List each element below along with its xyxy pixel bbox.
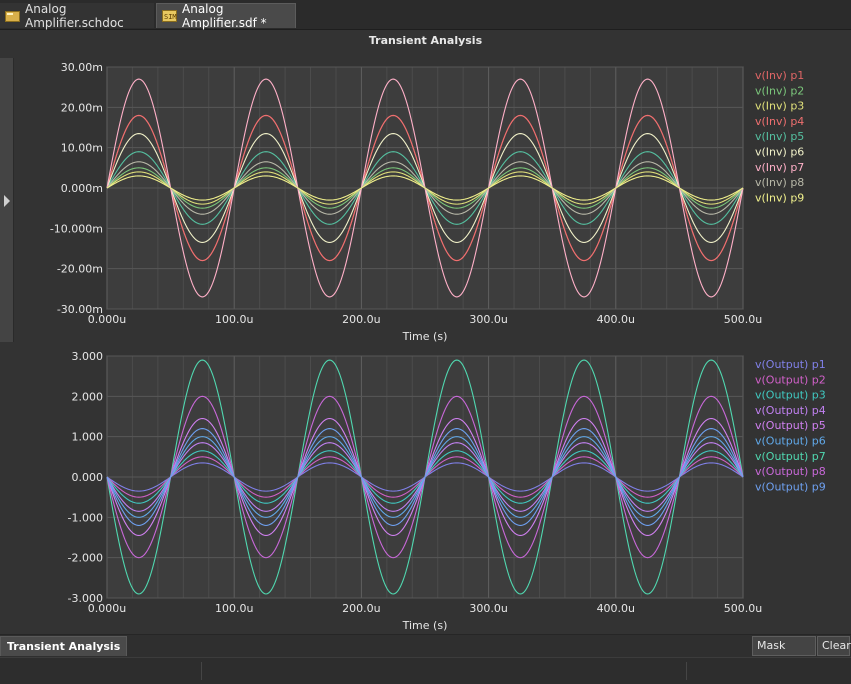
- x-tick-label: 400.0u: [597, 602, 635, 615]
- y-tick-label: 0.000m: [61, 182, 103, 195]
- clear-button[interactable]: Clear: [817, 636, 851, 656]
- y-tick-label: 20.00m: [61, 101, 103, 114]
- x-tick-label: 200.0u: [342, 313, 380, 326]
- legend-entry: v(Output) p7: [755, 450, 826, 463]
- legend-entry: v(Output) p4: [755, 404, 826, 417]
- legend-entry: v(Inv) p8: [755, 176, 804, 189]
- y-tick-label: 30.00m: [61, 61, 103, 74]
- plot-2: 3.0002.0001.0000.000-1.000-2.000-3.0000.…: [68, 350, 826, 632]
- analysis-tab-bar: Transient Analysis Mask Level Clear: [0, 634, 851, 670]
- legend-entry: v(Output) p2: [755, 373, 826, 386]
- mask-level-button[interactable]: Mask Level: [752, 636, 816, 670]
- legend-entry: v(Inv) p7: [755, 161, 804, 174]
- waveform-plots: 30.00m 20.00m 10.00m 0.000m -10.000m -20.00m -…: [50, 61, 826, 632]
- y-tick-label: -20.00m: [57, 263, 103, 276]
- y-tick-label: -1.000: [68, 511, 103, 524]
- x-tick-label: 300.0u: [469, 602, 507, 615]
- y-tick-label: 1.000: [72, 431, 104, 444]
- legend-entry: v(Inv) p3: [755, 100, 804, 113]
- x-tick-label: 100.0u: [215, 602, 253, 615]
- x-axis-label: Time (s): [402, 330, 448, 343]
- legend-entry: v(Inv) p5: [755, 130, 804, 143]
- legend-entry: v(Inv) p2: [755, 84, 804, 97]
- y-tick-label: 0.000: [72, 471, 104, 484]
- x-tick-label: 300.0u: [469, 313, 507, 326]
- status-bar: [0, 657, 851, 684]
- x-tick-label: 400.0u: [597, 313, 635, 326]
- x-tick-label: 0.000u: [88, 602, 126, 615]
- legend-entry: v(Inv) p1: [755, 69, 804, 82]
- y-tick-label: 10.00m: [61, 142, 103, 155]
- x-tick-label: 200.0u: [342, 602, 380, 615]
- legend-entry: v(Output) p6: [755, 435, 826, 448]
- plot-1: 30.00m20.00m10.00m0.000m-10.000m-20.00m-…: [50, 61, 804, 343]
- status-divider: [686, 662, 687, 680]
- y-tick-label: -10.000m: [50, 222, 103, 235]
- x-axis-label: Time (s): [402, 619, 448, 632]
- legend-entry: v(Inv) p6: [755, 146, 804, 159]
- x-tick-label: 500.0u: [724, 602, 762, 615]
- tab-transient-analysis[interactable]: Transient Analysis: [0, 636, 128, 656]
- legend-entry: v(Output) p9: [755, 480, 826, 493]
- y-tick-label: -2.000: [68, 552, 103, 565]
- x-tick-label: 0.000u: [88, 313, 126, 326]
- legend-entry: v(Output) p8: [755, 465, 826, 478]
- legend-entry: v(Inv) p4: [755, 115, 804, 128]
- status-divider: [201, 662, 202, 680]
- y-tick-label: 2.000: [72, 390, 104, 403]
- y-tick-label: 3.000: [72, 350, 104, 363]
- x-tick-label: 100.0u: [215, 313, 253, 326]
- x-tick-label: 500.0u: [724, 313, 762, 326]
- legend-entry: v(Output) p3: [755, 389, 826, 402]
- legend-entry: v(Inv) p9: [755, 191, 804, 204]
- legend-entry: v(Output) p1: [755, 358, 826, 371]
- legend-entry: v(Output) p5: [755, 419, 826, 432]
